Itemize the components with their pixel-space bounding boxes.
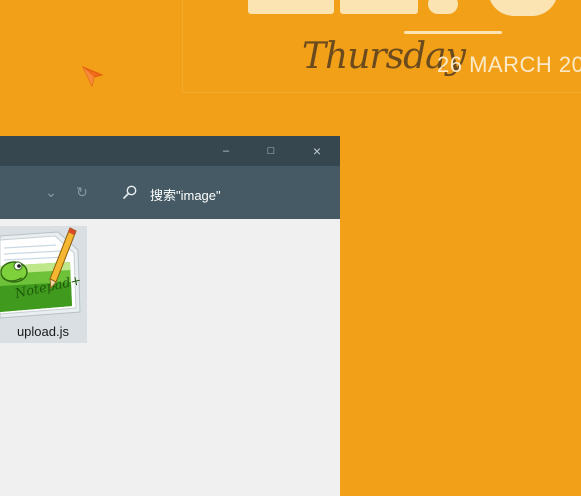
search-query: 搜索"image" xyxy=(150,188,221,203)
clock-divider xyxy=(404,31,502,34)
notepad-plus-plus-icon: Notepad+ xyxy=(0,227,83,319)
mouse-cursor-icon xyxy=(82,66,104,88)
clock-digit xyxy=(340,0,418,14)
file-explorer-window: – □ × ⌄ ↻ 搜索"image" Notepad+ upload.js xyxy=(0,136,340,496)
desktop: Thursday 26 MARCH 20 – □ × ⌄ ↻ 搜索"image" xyxy=(0,0,581,496)
close-button[interactable]: × xyxy=(297,136,337,166)
search-input[interactable]: 搜索"image" xyxy=(115,176,340,209)
file-list: Notepad+ upload.js xyxy=(0,219,340,496)
maximize-button[interactable]: □ xyxy=(251,136,291,166)
title-bar: – □ × xyxy=(0,136,340,166)
clock-date: 26 MARCH 20 xyxy=(437,52,581,77)
file-name: upload.js xyxy=(16,324,69,339)
file-item[interactable]: Notepad+ upload.js xyxy=(0,226,87,343)
refresh-icon[interactable]: ↻ xyxy=(70,180,94,204)
search-icon xyxy=(123,185,137,199)
clock-digit xyxy=(248,0,334,14)
minimize-button[interactable]: – xyxy=(206,136,246,166)
clock-separator xyxy=(428,0,458,14)
address-bar: ⌄ ↻ 搜索"image" xyxy=(0,166,340,219)
chevron-down-icon[interactable]: ⌄ xyxy=(39,180,63,204)
